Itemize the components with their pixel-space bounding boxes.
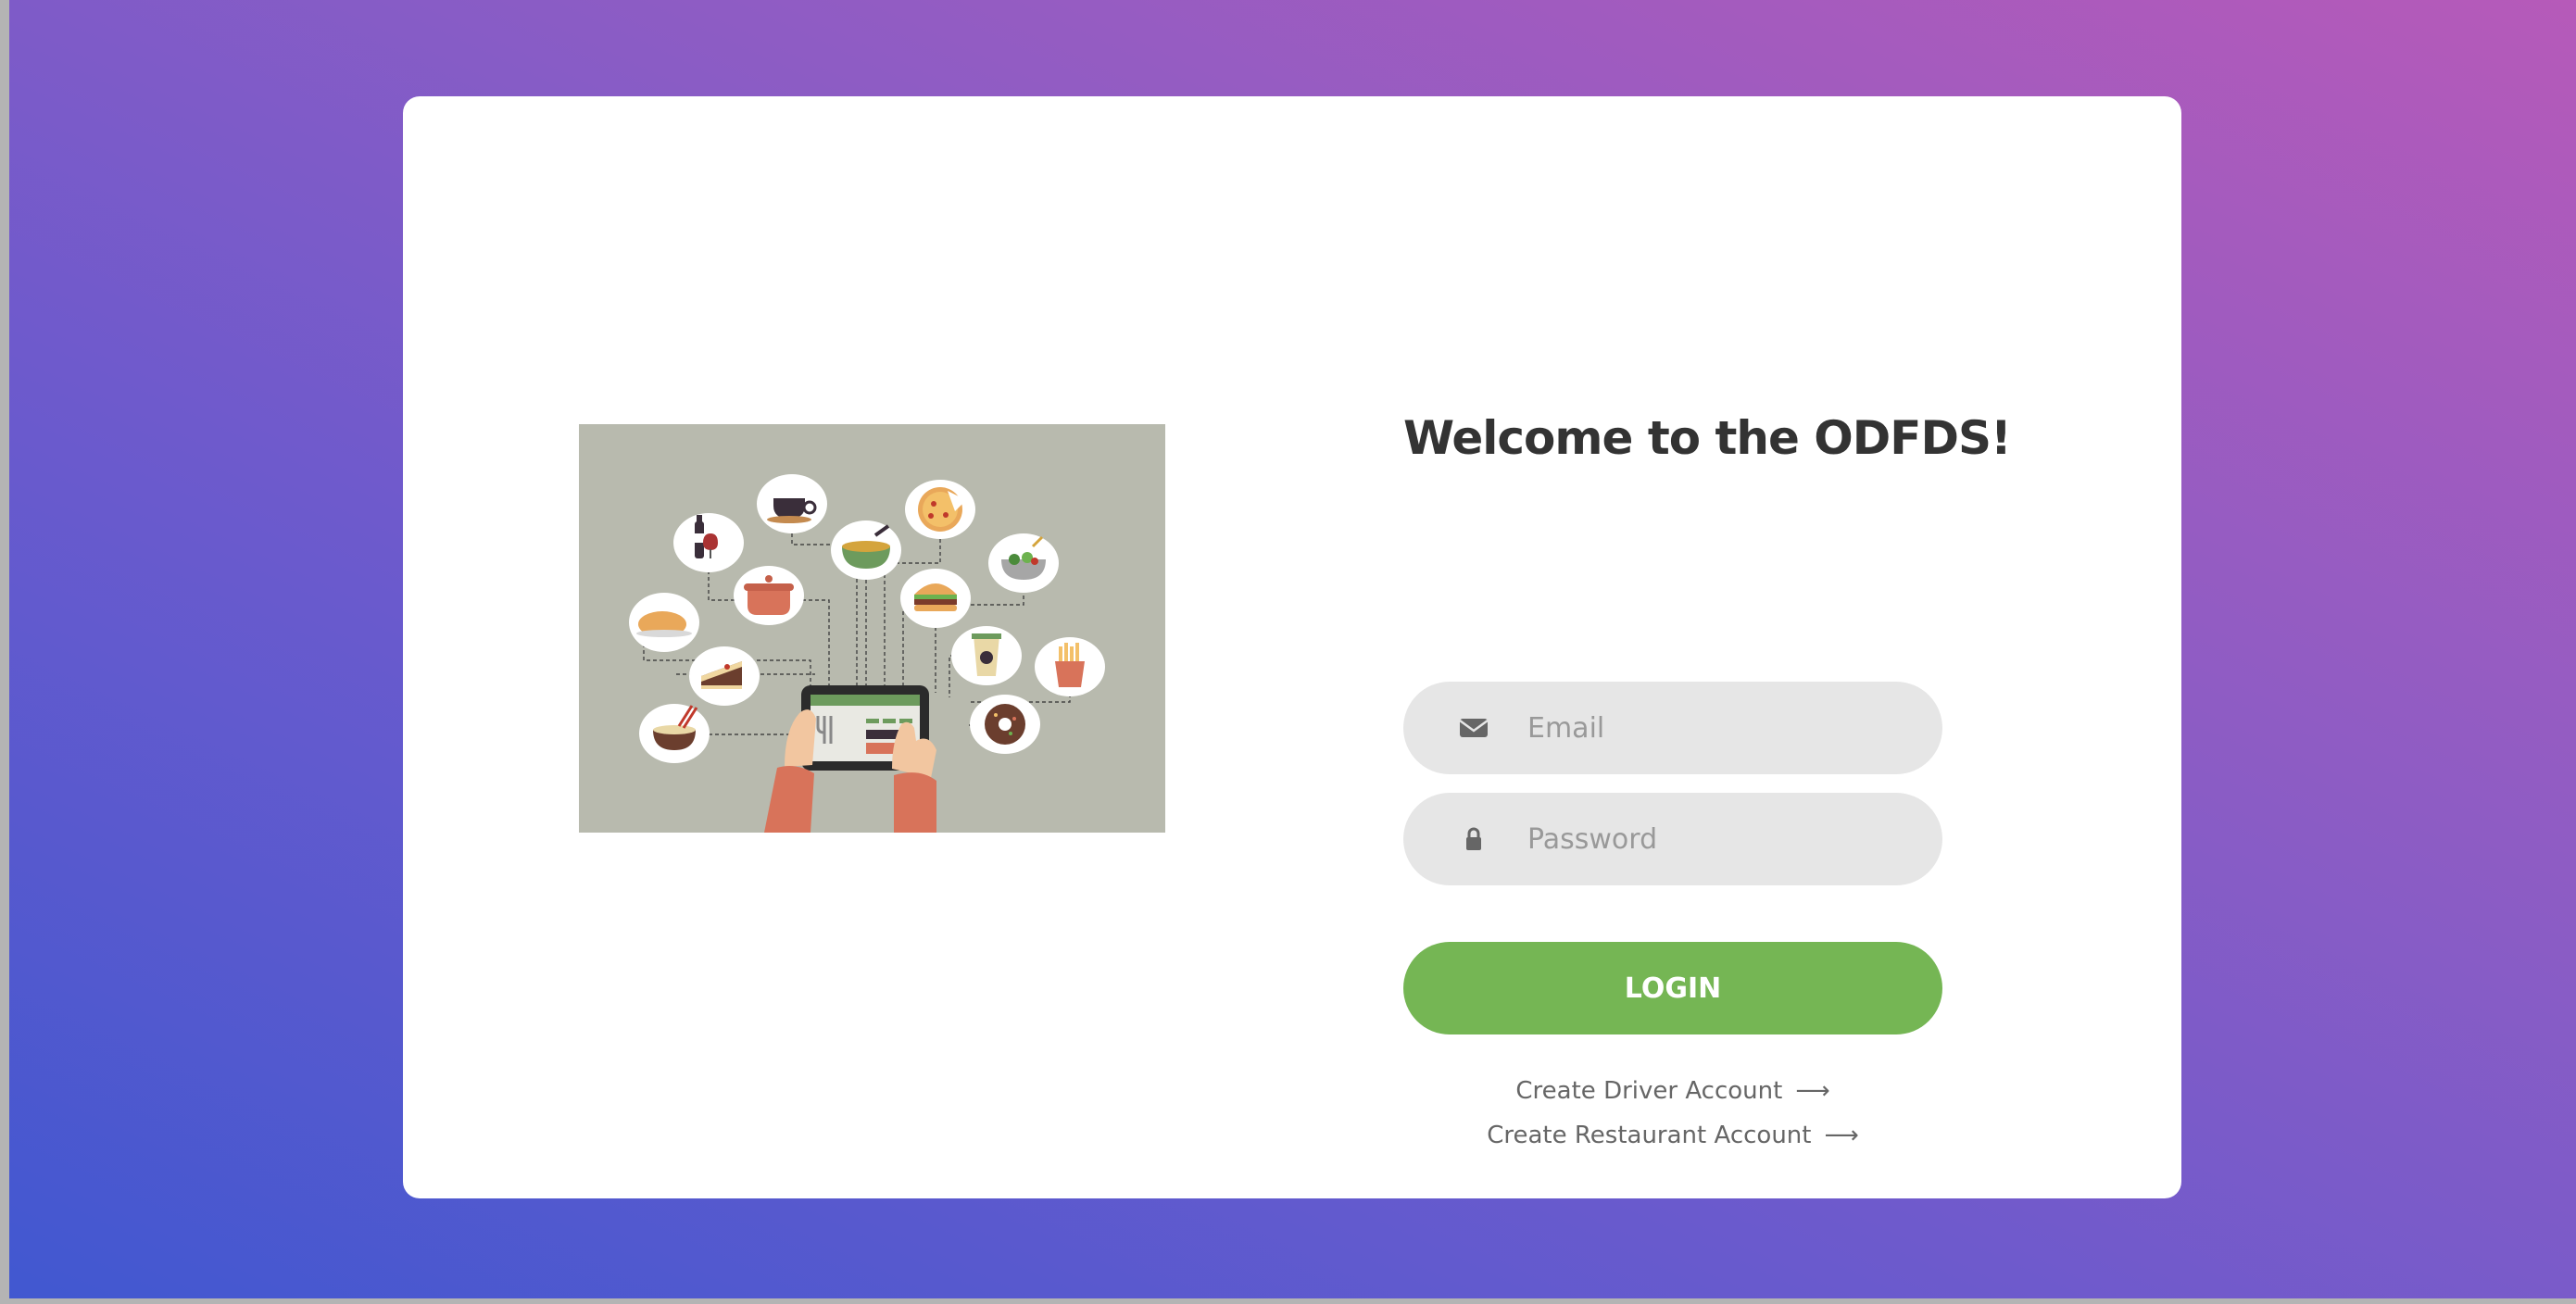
account-links: Create Driver Account ⟶ Create Restaurant… bbox=[1403, 1069, 1942, 1158]
password-input[interactable] bbox=[1527, 793, 1898, 885]
login-card: Welcome to the ODFDS! LOGIN Cr bbox=[403, 96, 2181, 1198]
create-restaurant-account-link[interactable]: Create Restaurant Account ⟶ bbox=[1403, 1113, 1942, 1158]
create-restaurant-account-label: Create Restaurant Account bbox=[1487, 1122, 1812, 1149]
envelope-icon bbox=[1459, 715, 1489, 741]
arrow-right-icon: ⟶ bbox=[1795, 1077, 1830, 1105]
login-button[interactable]: LOGIN bbox=[1403, 942, 1942, 1034]
arrow-right-icon: ⟶ bbox=[1824, 1122, 1859, 1149]
create-driver-account-label: Create Driver Account bbox=[1515, 1077, 1783, 1105]
email-field-wrapper[interactable] bbox=[1403, 682, 1942, 774]
lock-icon bbox=[1459, 826, 1489, 852]
food-ordering-illustration bbox=[579, 424, 1165, 833]
email-input[interactable] bbox=[1527, 682, 1898, 774]
page-title: Welcome to the ODFDS! bbox=[1403, 411, 2012, 465]
login-form: Welcome to the ODFDS! LOGIN Cr bbox=[1403, 411, 2012, 1149]
password-field-wrapper[interactable] bbox=[1403, 793, 1942, 885]
create-driver-account-link[interactable]: Create Driver Account ⟶ bbox=[1403, 1069, 1942, 1113]
